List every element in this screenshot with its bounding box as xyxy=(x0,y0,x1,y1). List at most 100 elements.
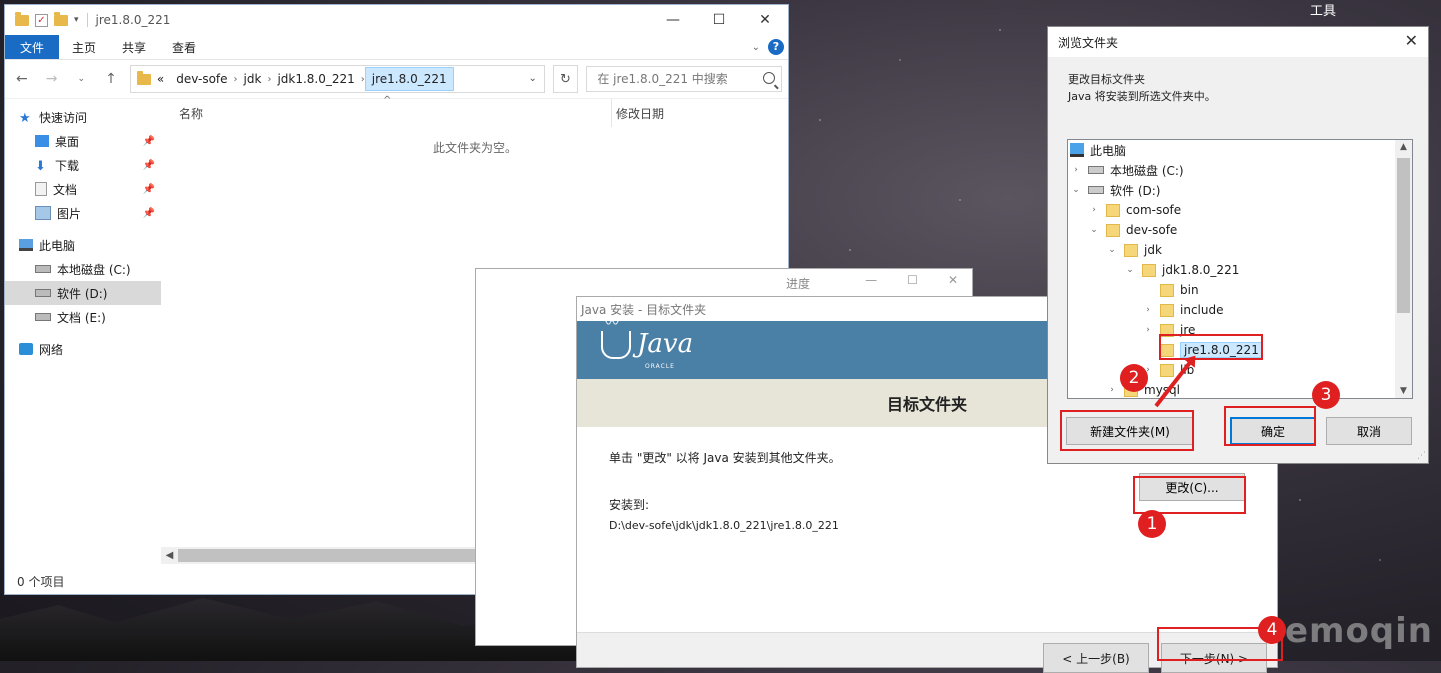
breadcrumb-jre-version[interactable]: jre1.8.0_221 xyxy=(364,67,454,91)
properties-icon[interactable]: ✓ xyxy=(35,13,48,27)
download-icon: ⬇ xyxy=(35,159,46,174)
close-button[interactable]: ✕ xyxy=(742,5,788,35)
search-input[interactable] xyxy=(595,71,760,87)
column-modified-date[interactable]: 修改日期 xyxy=(611,99,664,127)
chevron-down-icon[interactable]: ⌄ xyxy=(1088,225,1100,235)
minimize-button[interactable]: — xyxy=(650,5,696,35)
tree-item-jdk[interactable]: ⌄ jdk xyxy=(1068,240,1412,260)
folder-tree[interactable]: 此电脑 › 本地磁盘 (C:) ⌄ 软件 (D:) › com-sofe ⌄ dev-s… xyxy=(1067,139,1413,399)
address-dropdown-icon[interactable]: ⌄ xyxy=(522,66,544,90)
tree-item-bin[interactable]: bin xyxy=(1068,280,1412,300)
scrollbar-thumb[interactable] xyxy=(1397,158,1410,313)
breadcrumb-dev-sofe[interactable]: dev-sofe xyxy=(170,72,233,86)
nav-documents[interactable]: 文档 📌 xyxy=(5,177,161,201)
nav-network[interactable]: 网络 xyxy=(5,337,161,361)
nav-drive-d[interactable]: 软件 (D:) xyxy=(5,281,161,305)
folder-icon xyxy=(1106,223,1120,237)
tab-home[interactable]: 主页 xyxy=(59,35,109,59)
resize-grip-icon[interactable]: ⋰ xyxy=(1417,451,1426,461)
nav-quick-access[interactable]: ★ 快速访问 xyxy=(5,105,161,129)
annotation-badge-1: 1 xyxy=(1138,510,1166,538)
new-folder-icon[interactable] xyxy=(54,11,68,26)
pin-icon[interactable]: 📌 xyxy=(143,136,155,147)
nav-drive-e[interactable]: 文档 (E:) xyxy=(5,305,161,329)
folder-icon xyxy=(1124,243,1138,257)
tree-item-dev-sofe[interactable]: ⌄ dev-sofe xyxy=(1068,220,1412,240)
nav-this-pc[interactable]: 此电脑 xyxy=(5,233,161,257)
breadcrumb-jdk[interactable]: jdk xyxy=(238,72,268,86)
ribbon-tabs: 文件 主页 共享 查看 ⌄ ? xyxy=(5,35,788,60)
vertical-scrollbar[interactable]: ▲ ▼ xyxy=(1395,140,1412,398)
tree-item-jdk-version[interactable]: ⌄ jdk1.8.0_221 xyxy=(1068,260,1412,280)
breadcrumb-overflow[interactable]: « xyxy=(151,72,170,86)
forward-arrow-icon[interactable]: → xyxy=(41,71,63,87)
customize-toolbar-icon[interactable]: ▾ xyxy=(74,15,79,25)
help-icon[interactable]: ? xyxy=(768,39,784,55)
chevron-right-icon[interactable]: › xyxy=(1142,325,1154,335)
scroll-left-icon[interactable]: ◀ xyxy=(161,550,178,561)
desktop-icon xyxy=(35,135,49,147)
tab-share[interactable]: 共享 xyxy=(109,35,159,59)
tree-label: dev-sofe xyxy=(1126,223,1178,237)
computer-icon xyxy=(1070,143,1084,157)
explorer-titlebar: ✓ ▾ jre1.8.0_221 — ☐ ✕ xyxy=(5,5,788,35)
minimize-button[interactable]: — xyxy=(865,273,877,287)
tree-item-mysql[interactable]: › mysql xyxy=(1068,380,1412,398)
progress-title: 进度 xyxy=(786,277,811,291)
pin-icon[interactable]: 📌 xyxy=(143,160,155,171)
tree-label: 软件 (D:) xyxy=(1110,183,1161,198)
tree-item-this-pc[interactable]: 此电脑 xyxy=(1068,140,1412,160)
nav-label: 软件 (D:) xyxy=(57,286,108,301)
pin-icon[interactable]: 📌 xyxy=(143,208,155,219)
nav-pictures[interactable]: 图片 📌 xyxy=(5,201,161,225)
tree-label: include xyxy=(1180,303,1224,317)
tree-item-include[interactable]: › include xyxy=(1068,300,1412,320)
drive-icon xyxy=(1088,186,1104,194)
expand-ribbon-icon[interactable]: ⌄ xyxy=(752,42,760,53)
search-box[interactable] xyxy=(586,66,782,92)
folder-icon xyxy=(136,70,151,85)
tree-item-com-sofe[interactable]: › com-sofe xyxy=(1068,200,1412,220)
column-name[interactable]: 名称 xyxy=(179,105,203,122)
sort-ascending-icon: ^ xyxy=(383,95,392,106)
chevron-right-icon[interactable]: › xyxy=(1106,385,1118,395)
browse-folder-dialog: 浏览文件夹 ✕ 更改目标文件夹 Java 将安装到所选文件夹中。 此电脑 › 本地… xyxy=(1047,26,1429,464)
annotation-badge-2: 2 xyxy=(1120,364,1148,392)
chevron-right-icon[interactable]: › xyxy=(1088,205,1100,215)
network-icon xyxy=(19,343,33,355)
chevron-down-icon[interactable]: ⌄ xyxy=(1124,265,1136,275)
pin-icon[interactable]: 📌 xyxy=(143,184,155,195)
refresh-icon[interactable]: ↻ xyxy=(552,65,579,93)
cancel-button[interactable]: 取消 xyxy=(1326,417,1412,445)
nav-desktop[interactable]: 桌面 📌 xyxy=(5,129,161,153)
maximize-button[interactable]: ☐ xyxy=(907,273,918,287)
address-bar[interactable]: « dev-sofe › jdk › jdk1.8.0_221 › jre1.8… xyxy=(129,65,545,93)
browse-desc-line1: 更改目标文件夹 xyxy=(1068,73,1145,86)
tab-file[interactable]: 文件 xyxy=(5,35,60,59)
tree-item-drive-d[interactable]: ⌄ 软件 (D:) xyxy=(1068,180,1412,200)
nav-drive-c[interactable]: 本地磁盘 (C:) xyxy=(5,257,161,281)
status-bar: 0 个项目 xyxy=(17,575,65,589)
close-icon[interactable]: ✕ xyxy=(1405,31,1418,50)
chevron-down-icon[interactable]: ⌄ xyxy=(1106,245,1118,255)
scroll-up-icon[interactable]: ▲ xyxy=(1395,142,1412,152)
maximize-button[interactable]: ☐ xyxy=(696,5,742,35)
chevron-down-icon[interactable]: ⌄ xyxy=(1070,185,1082,195)
annotation-badge-4: 4 xyxy=(1258,616,1286,644)
chevron-right-icon[interactable]: › xyxy=(1070,165,1082,175)
back-button[interactable]: < 上一步(B) xyxy=(1043,643,1149,673)
up-arrow-icon[interactable]: ↑ xyxy=(100,71,122,87)
nav-downloads[interactable]: ⬇ 下载 📌 xyxy=(5,153,161,177)
close-button[interactable]: ✕ xyxy=(948,273,958,287)
tree-item-drive-c[interactable]: › 本地磁盘 (C:) xyxy=(1068,160,1412,180)
breadcrumb-jdk-version[interactable]: jdk1.8.0_221 xyxy=(271,72,360,86)
chevron-right-icon[interactable]: › xyxy=(1142,305,1154,315)
search-icon[interactable] xyxy=(762,72,775,84)
nav-label: 下载 xyxy=(55,158,80,173)
back-arrow-icon[interactable]: ← xyxy=(11,71,33,87)
nav-label: 文档 xyxy=(53,182,78,197)
recent-locations-icon[interactable]: ⌄ xyxy=(70,74,92,84)
tab-view[interactable]: 查看 xyxy=(159,35,209,59)
scroll-down-icon[interactable]: ▼ xyxy=(1395,386,1412,396)
tree-label: jdk1.8.0_221 xyxy=(1162,263,1240,277)
